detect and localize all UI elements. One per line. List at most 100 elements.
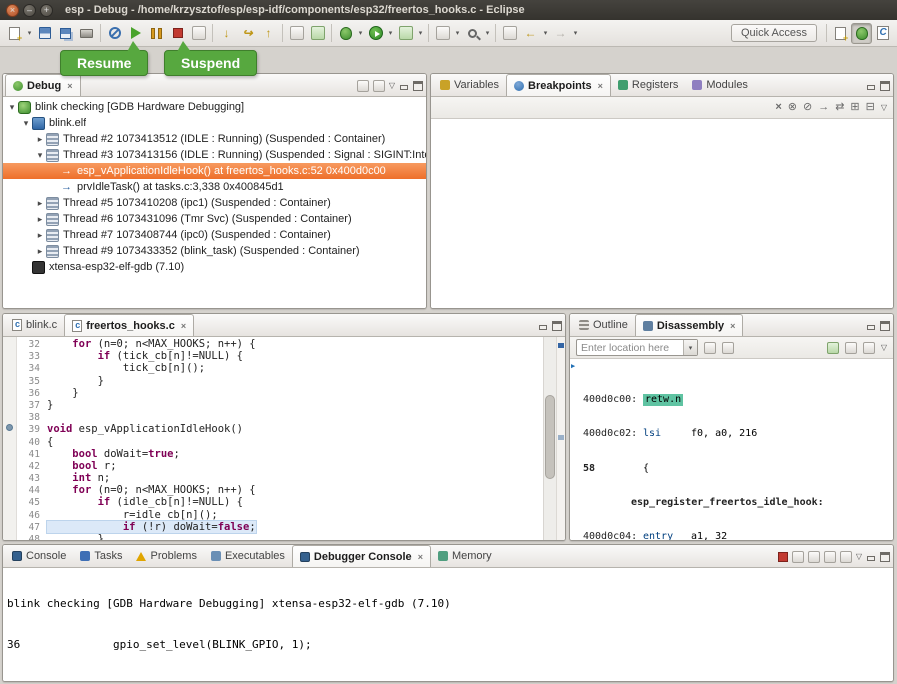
- tab-disassembly[interactable]: Disassembly: [635, 314, 744, 336]
- code-editor[interactable]: 32 for (n=0; n<MAX_HOOKS; n++) { 33 if (…: [3, 337, 565, 540]
- window-close-button[interactable]: [6, 4, 19, 17]
- refresh-view-button[interactable]: [704, 342, 716, 354]
- minimize-icon[interactable]: [866, 321, 876, 331]
- external-tools-button[interactable]: [395, 23, 416, 44]
- show-opcodes-button[interactable]: [863, 342, 875, 354]
- close-icon[interactable]: [418, 552, 423, 562]
- remove-all-breakpoints-icon[interactable]: [788, 102, 797, 113]
- chevron-collapsed-icon[interactable]: [34, 229, 46, 241]
- debug-tree-row[interactable]: prvIdleTask() at tasks.c:3,338 0x400845d…: [3, 179, 426, 195]
- step-into-button[interactable]: [216, 23, 237, 44]
- chevron-down-icon[interactable]: [386, 23, 395, 44]
- go-to-file-icon[interactable]: [818, 102, 829, 113]
- tab-problems[interactable]: Problems: [129, 545, 203, 567]
- location-input[interactable]: Enter location here: [577, 342, 683, 354]
- view-menu-icon[interactable]: [881, 342, 887, 353]
- chevron-collapsed-icon[interactable]: [34, 213, 46, 225]
- close-icon[interactable]: [598, 81, 603, 91]
- tab-tasks[interactable]: Tasks: [73, 545, 129, 567]
- tab-variables[interactable]: Variables: [433, 74, 506, 96]
- terminate-icon[interactable]: [778, 552, 788, 562]
- open-perspective-button[interactable]: [830, 23, 851, 44]
- cpp-perspective-button[interactable]: [872, 23, 893, 44]
- clear-console-button[interactable]: [808, 551, 820, 563]
- chevron-collapsed-icon[interactable]: [34, 245, 46, 257]
- skip-all-breakpoints-icon[interactable]: [803, 102, 812, 113]
- instruction-stepping-button[interactable]: [307, 23, 328, 44]
- tab-memory[interactable]: Memory: [431, 545, 499, 567]
- minimize-icon[interactable]: [866, 81, 876, 91]
- maximize-icon[interactable]: [880, 81, 890, 91]
- disassembly-listing[interactable]: 400d0c00:retw.n 400d0c02:lsif0, a0, 216 …: [570, 359, 893, 540]
- debug-tree-row[interactable]: Thread #6 1073431096 (Tmr Svc) (Suspende…: [3, 211, 426, 227]
- maximize-icon[interactable]: [880, 321, 890, 331]
- tab-breakpoints[interactable]: Breakpoints: [506, 74, 611, 96]
- step-return-button[interactable]: [258, 23, 279, 44]
- new-wizard-button[interactable]: [4, 23, 25, 44]
- close-icon[interactable]: [730, 321, 735, 331]
- disconnect-button[interactable]: [188, 23, 209, 44]
- minimize-icon[interactable]: [538, 321, 548, 331]
- chevron-down-icon[interactable]: [483, 23, 492, 44]
- chevron-down-icon[interactable]: [356, 23, 365, 44]
- minimize-icon[interactable]: [866, 552, 876, 562]
- maximize-icon[interactable]: [413, 81, 423, 91]
- quick-access-button[interactable]: Quick Access: [731, 24, 817, 42]
- debug-tree-row[interactable]: Thread #3 1073413156 (IDLE : Running) (S…: [3, 147, 426, 163]
- debug-tree-row[interactable]: xtensa-esp32-elf-gdb (7.10): [3, 259, 426, 275]
- vertical-scrollbar[interactable]: [543, 337, 556, 540]
- tab-modules[interactable]: Modules: [685, 74, 755, 96]
- remove-breakpoint-icon[interactable]: [775, 102, 781, 113]
- scroll-lock-button[interactable]: [824, 551, 836, 563]
- tab-executables[interactable]: Executables: [204, 545, 292, 567]
- maximize-icon[interactable]: [552, 321, 562, 331]
- chevron-down-icon[interactable]: [683, 340, 697, 355]
- tab-freertos-hooks-c[interactable]: freertos_hooks.c: [64, 314, 194, 336]
- window-maximize-button[interactable]: [40, 4, 53, 17]
- close-icon[interactable]: [67, 81, 72, 91]
- close-icon[interactable]: [181, 321, 186, 331]
- suspend-button[interactable]: [146, 23, 167, 44]
- tab-registers[interactable]: Registers: [611, 74, 685, 96]
- home-location-button[interactable]: [722, 342, 734, 354]
- expand-all-icon[interactable]: [850, 102, 859, 113]
- maximize-icon[interactable]: [880, 552, 890, 562]
- chevron-down-icon[interactable]: [541, 23, 550, 44]
- chevron-down-icon[interactable]: [416, 23, 425, 44]
- chevron-down-icon[interactable]: [571, 23, 580, 44]
- tab-blink-c[interactable]: blink.c: [5, 314, 64, 336]
- chevron-expanded-icon[interactable]: [34, 149, 46, 161]
- minimize-icon[interactable]: [399, 81, 409, 91]
- chevron-collapsed-icon[interactable]: [34, 197, 46, 209]
- debug-view-layout-button[interactable]: [373, 80, 385, 92]
- remove-all-terminated-button[interactable]: [357, 80, 369, 92]
- debugger-console-output[interactable]: blink checking [GDB Hardware Debugging] …: [3, 568, 893, 681]
- debug-tree-row[interactable]: Thread #7 1073408744 (ipc0) (Suspended :…: [3, 227, 426, 243]
- step-over-button[interactable]: [237, 23, 258, 44]
- window-minimize-button[interactable]: [23, 4, 36, 17]
- save-button[interactable]: [34, 23, 55, 44]
- debug-tree-row[interactable]: Thread #2 1073413512 (IDLE : Running) (S…: [3, 131, 426, 147]
- last-edit-location-button[interactable]: [499, 23, 520, 44]
- new-project-button[interactable]: [432, 23, 453, 44]
- pin-console-button[interactable]: [840, 551, 852, 563]
- forward-button[interactable]: [550, 23, 571, 44]
- back-button[interactable]: [520, 23, 541, 44]
- breakpoints-list-empty[interactable]: [431, 119, 893, 308]
- save-all-button[interactable]: [55, 23, 76, 44]
- debug-perspective-button[interactable]: [851, 23, 872, 44]
- sync-selection-button[interactable]: [845, 342, 857, 354]
- debug-tree-row-selected[interactable]: esp_vApplicationIdleHook() at freertos_h…: [3, 163, 426, 179]
- tab-debug[interactable]: Debug: [5, 74, 81, 96]
- view-menu-icon[interactable]: [856, 551, 862, 562]
- chevron-down-icon[interactable]: [453, 23, 462, 44]
- remove-launch-button[interactable]: [792, 551, 804, 563]
- debug-tree-row[interactable]: blink.elf: [3, 115, 426, 131]
- view-menu-icon[interactable]: [389, 80, 395, 91]
- location-combo[interactable]: Enter location here: [576, 339, 698, 356]
- debug-tree-row[interactable]: blink checking [GDB Hardware Debugging]: [3, 99, 426, 115]
- chevron-expanded-icon[interactable]: [20, 117, 32, 129]
- skip-all-breakpoints-button[interactable]: [104, 23, 125, 44]
- debug-tree-row[interactable]: Thread #9 1073433352 (blink_task) (Suspe…: [3, 243, 426, 259]
- view-menu-icon[interactable]: [881, 102, 887, 113]
